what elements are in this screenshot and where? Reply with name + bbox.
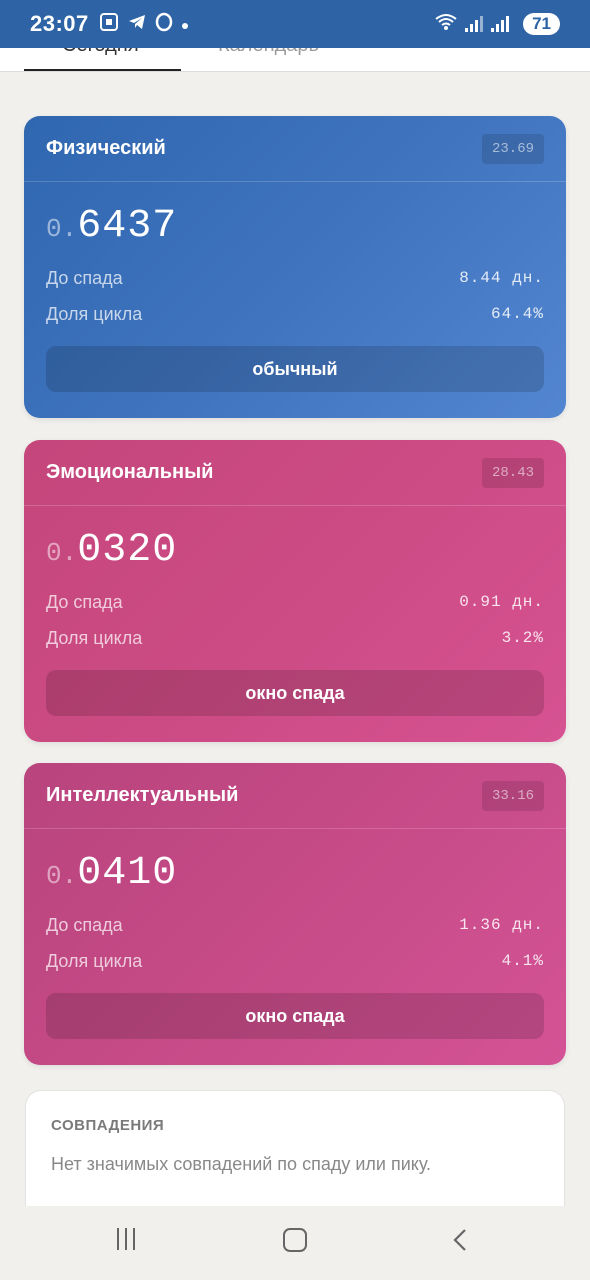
tab-today[interactable]: Сегодня [62, 48, 139, 57]
rhythm-value-prefix: 0. [46, 214, 78, 244]
days-to-low-row: До спада 8.44 дн. [24, 260, 566, 296]
recent-apps-button[interactable] [117, 1228, 135, 1250]
active-tab-indicator [24, 69, 181, 71]
rhythm-value: 0. 0410 [24, 829, 566, 907]
cycle-share-value: 4.1% [501, 952, 544, 970]
cycle-share-label: Доля цикла [46, 950, 143, 971]
recent-apps-icon [117, 1228, 119, 1250]
battery-indicator: 71 [523, 13, 560, 35]
state-badge: окно спада [46, 993, 544, 1039]
rhythm-value-main: 0410 [77, 851, 178, 896]
cycle-length-chip: 23.69 [481, 133, 544, 164]
days-to-low-label: До спада [46, 591, 123, 612]
emotional-rhythm-card: Эмоциональный 28.43 0. 0320 До спада 0.9… [24, 440, 566, 742]
rhythm-value-main: 0320 [77, 528, 178, 573]
status-time: 23:07 [30, 11, 89, 36]
cycle-share-value: 64.4% [490, 305, 544, 323]
card-header: Физический 23.69 [24, 116, 566, 182]
cycle-length-chip: 28.43 [481, 457, 544, 488]
telegram-icon [127, 12, 147, 37]
cycle-share-row: Доля цикла 3.2% [24, 620, 566, 656]
cycle-share-row: Доля цикла 64.4% [24, 296, 566, 332]
state-badge: обычный [46, 346, 544, 392]
home-button[interactable] [283, 1228, 307, 1252]
tab-bar: Сегодня Календарь [0, 48, 590, 72]
days-to-low-row: До спада 1.36 дн. [24, 907, 566, 943]
matches-title: СОВПАДЕНИЯ [51, 1117, 165, 1134]
notification-icons [99, 12, 189, 37]
matches-card: СОВПАДЕНИЯ Нет значимых совпадений по сп… [25, 1090, 565, 1220]
screenshot-icon [99, 12, 119, 37]
days-to-low-label: До спада [46, 914, 123, 935]
rhythm-value: 0. 6437 [24, 182, 566, 260]
opera-icon [155, 12, 173, 37]
physical-rhythm-card: Физический 23.69 0. 6437 До спада 8.44 д… [24, 116, 566, 418]
days-to-low-value: 8.44 дн. [459, 269, 544, 287]
back-icon [453, 1229, 466, 1251]
card-header: Эмоциональный 28.43 [24, 440, 566, 506]
card-title: Эмоциональный [46, 461, 214, 483]
cycle-share-label: Доля цикла [46, 303, 143, 324]
days-to-low-value: 0.91 дн. [459, 593, 544, 611]
days-to-low-row: До спада 0.91 дн. [24, 584, 566, 620]
state-badge: окно спада [46, 670, 544, 716]
intellectual-rhythm-card: Интеллектуальный 33.16 0. 0410 До спада … [24, 763, 566, 1065]
days-to-low-label: До спада [46, 267, 123, 288]
card-title: Интеллектуальный [46, 784, 239, 806]
wifi-icon [435, 13, 457, 36]
cycle-length-chip: 33.16 [481, 780, 544, 811]
cycle-share-value: 3.2% [501, 629, 544, 647]
card-title: Физический [46, 137, 166, 159]
signal-icon [491, 16, 510, 32]
status-bar: 23:07 71 [0, 0, 590, 48]
tab-calendar[interactable]: Календарь [218, 48, 319, 57]
back-button[interactable] [452, 1228, 468, 1252]
card-header: Интеллектуальный 33.16 [24, 763, 566, 829]
signal-icon [465, 16, 484, 32]
cycle-share-row: Доля цикла 4.1% [24, 943, 566, 979]
rhythm-value-prefix: 0. [46, 861, 78, 891]
cycle-share-label: Доля цикла [46, 627, 143, 648]
rhythm-value-main: 6437 [77, 204, 178, 249]
rhythm-value-prefix: 0. [46, 538, 78, 568]
dot-icon [181, 14, 189, 35]
system-nav-bar [0, 1206, 590, 1280]
matches-text: Нет значимых совпадений по спаду или пик… [51, 1154, 432, 1174]
days-to-low-value: 1.36 дн. [459, 916, 544, 934]
rhythm-value: 0. 0320 [24, 506, 566, 584]
